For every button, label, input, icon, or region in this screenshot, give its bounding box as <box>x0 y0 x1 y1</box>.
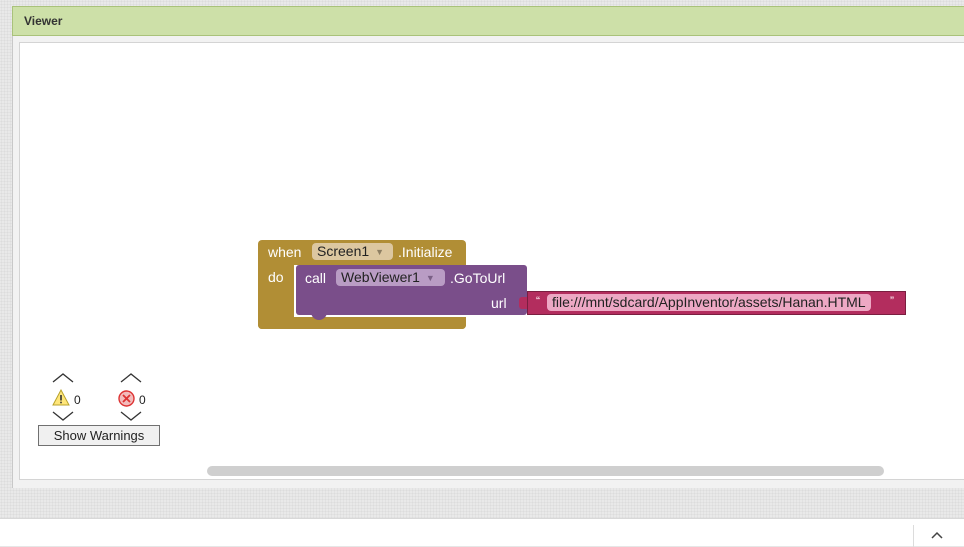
dropdown-arrow-icon: ▼ <box>425 273 435 283</box>
warning-icon <box>52 389 70 406</box>
horizontal-scrollbar[interactable] <box>207 466 884 476</box>
url-text-field[interactable]: file:///mnt/sdcard/AppInventor/assets/Ha… <box>547 294 871 311</box>
error-icon <box>118 390 135 407</box>
blocks-workspace[interactable] <box>19 42 964 480</box>
bottom-bar-divider <box>913 525 914 547</box>
url-arg-label: url <box>491 295 507 311</box>
error-next-chevron-down-icon[interactable] <box>120 411 142 421</box>
close-quote: ” <box>890 294 894 308</box>
webviewer-component-dropdown[interactable]: WebViewer1 ▼ <box>336 269 445 286</box>
do-label: do <box>268 269 284 285</box>
screen-component-dropdown[interactable]: Screen1 ▼ <box>312 243 393 260</box>
show-warnings-button[interactable]: Show Warnings <box>38 425 160 446</box>
viewer-header: Viewer <box>12 6 964 36</box>
call-label: call <box>305 270 327 286</box>
event-block-bottom <box>258 317 466 329</box>
webviewer-component-name: WebViewer1 <box>341 269 420 285</box>
warning-count: 0 <box>74 393 81 407</box>
method-name-label: .GoToUrl <box>450 270 506 286</box>
dropdown-arrow-icon: ▼ <box>375 247 385 257</box>
warning-prev-chevron-up-icon[interactable] <box>52 373 74 383</box>
warning-next-chevron-down-icon[interactable] <box>52 411 74 421</box>
when-label: when <box>268 244 302 260</box>
screen-component-name: Screen1 <box>317 243 370 259</box>
error-prev-chevron-up-icon[interactable] <box>120 373 142 383</box>
open-quote: “ <box>536 294 540 308</box>
chevron-up-icon[interactable] <box>929 527 945 543</box>
error-count: 0 <box>139 393 146 407</box>
event-name-label: .Initialize <box>398 244 453 260</box>
viewer-title: Viewer <box>24 14 63 28</box>
bottom-bar <box>0 518 964 547</box>
